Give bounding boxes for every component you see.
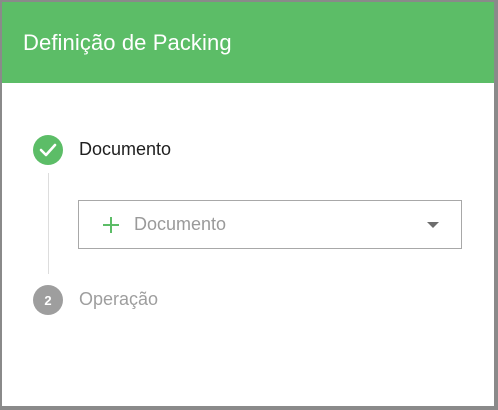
step-1-label[interactable]: Documento [79,139,171,160]
dialog-title: Definição de Packing [23,29,232,55]
document-select-placeholder: Documento [134,214,227,234]
stepper: Documento Documento 2 Operação [2,83,494,406]
document-select[interactable]: Documento [78,200,462,249]
dialog-header: Definição de Packing [2,2,494,83]
step-2-number-icon[interactable]: 2 [33,285,63,315]
step-1-check-icon[interactable] [33,135,63,165]
plus-icon [103,217,119,233]
step-connector [48,173,49,274]
caret-down-icon[interactable] [426,221,440,229]
packing-definition-dialog: Definição de Packing Documento Documento… [2,2,494,406]
step-2-label[interactable]: Operação [79,289,158,310]
check-icon [39,143,57,157]
